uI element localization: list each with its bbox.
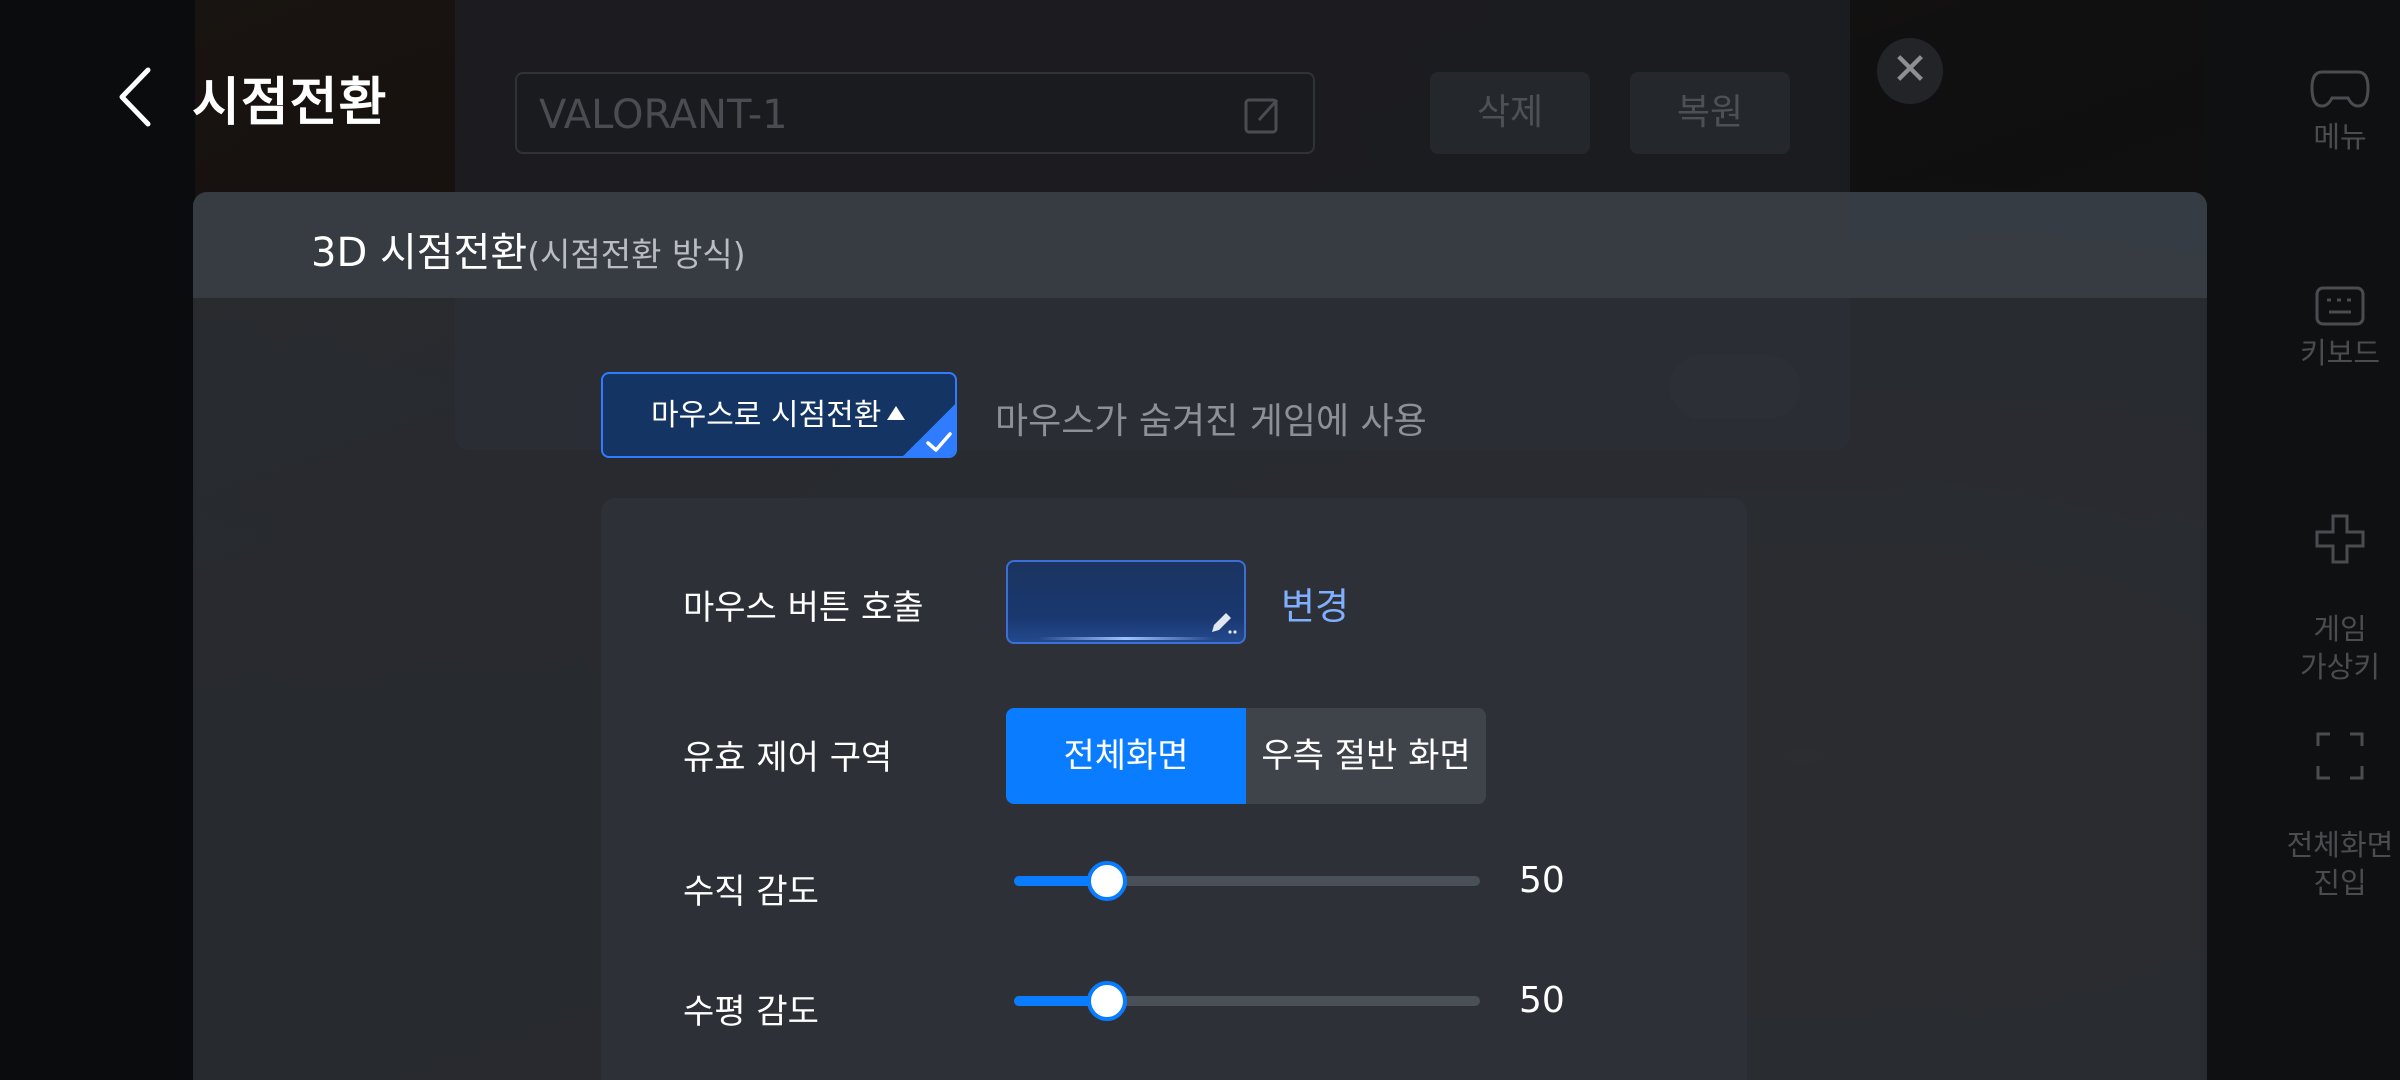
horizontal-sensitivity-slider[interactable] xyxy=(1014,981,1480,1021)
right-toolbar-item-virtual-keys: 게임 가상키 xyxy=(2260,476,2400,686)
page-title: 시점전환 xyxy=(192,73,388,133)
right-toolbar-label: 게임 가상키 xyxy=(2299,612,2381,684)
check-icon xyxy=(926,432,952,452)
dpad-icon xyxy=(2315,514,2365,564)
key-field-highlight xyxy=(1038,637,1214,640)
back-arrow-icon[interactable] xyxy=(108,62,168,132)
change-button[interactable]: 변경 xyxy=(1281,576,1349,630)
vertical-sensitivity-value: 50 xyxy=(1519,860,1565,901)
settings-card: 마우스 버튼 호출 변경 유효 제어 구역 전체화면 우측 절반 화면만 수직 … xyxy=(601,498,1747,1080)
background-restore-button: 복원 xyxy=(1630,72,1790,154)
right-toolbar-label: 키보드 xyxy=(2299,336,2381,370)
view-mode-selected: 마우스로 시점전환 xyxy=(651,398,882,433)
slider-thumb[interactable] xyxy=(1087,861,1128,901)
mouse-button-key-field[interactable] xyxy=(1006,560,1246,644)
right-toolbar-item-fullscreen: 전체화면 진입 xyxy=(2260,694,2400,902)
mouse-button-label: 마우스 버튼 호출 xyxy=(683,588,924,628)
fullscreen-icon xyxy=(2316,732,2364,780)
right-toolbar-item-keyboard: 키보드 xyxy=(2260,286,2400,372)
control-area-label: 유효 제어 구역 xyxy=(683,738,893,778)
background-delete-button: 삭제 xyxy=(1430,72,1590,154)
vertical-sensitivity-slider[interactable] xyxy=(1014,861,1480,901)
panel-subtitle: (시점전환 방식) xyxy=(527,235,746,274)
vertical-sensitivity-label: 수직 감도 xyxy=(683,872,819,912)
close-icon: ✕ xyxy=(1877,38,1943,104)
right-toolbar-item-menu: 메뉴 xyxy=(2260,66,2400,156)
area-option-right-half[interactable]: 우측 절반 화면만 xyxy=(1246,708,1486,804)
view-mode-dropdown[interactable]: 마우스로 시점전환 xyxy=(601,372,957,458)
panel-title: 3D 시점전환(시점전환 방식) xyxy=(311,220,746,278)
horizontal-sensitivity-value: 50 xyxy=(1519,980,1565,1021)
right-toolbar-label: 메뉴 xyxy=(2313,120,2367,154)
slider-thumb[interactable] xyxy=(1087,981,1128,1021)
view-switch-panel: 3D 시점전환(시점전환 방식) 마우스로 시점전환 마우스가 숨겨진 게임에 … xyxy=(193,192,2207,1080)
right-toolbar-label: 전체화면 진입 xyxy=(2286,828,2394,900)
area-option-fullscreen[interactable]: 전체화면 xyxy=(1006,708,1246,804)
horizontal-sensitivity-label: 수평 감도 xyxy=(683,992,819,1032)
pencil-icon xyxy=(1212,613,1237,634)
view-mode-description: 마우스가 숨겨진 게임에 사용 xyxy=(995,401,1427,442)
control-area-segmented: 전체화면 우측 절반 화면만 xyxy=(1006,708,1486,804)
panel-title-text: 3D 시점전환 xyxy=(311,230,528,276)
edit-icon xyxy=(1244,98,1279,134)
background-name-value: VALORANT-1 xyxy=(539,92,788,138)
panel-header: 3D 시점전환(시점전환 방식) xyxy=(193,192,2207,298)
gamepad-icon xyxy=(2310,70,2370,108)
background-name-field: VALORANT-1 xyxy=(515,72,1315,154)
keyboard-icon xyxy=(2315,286,2365,326)
